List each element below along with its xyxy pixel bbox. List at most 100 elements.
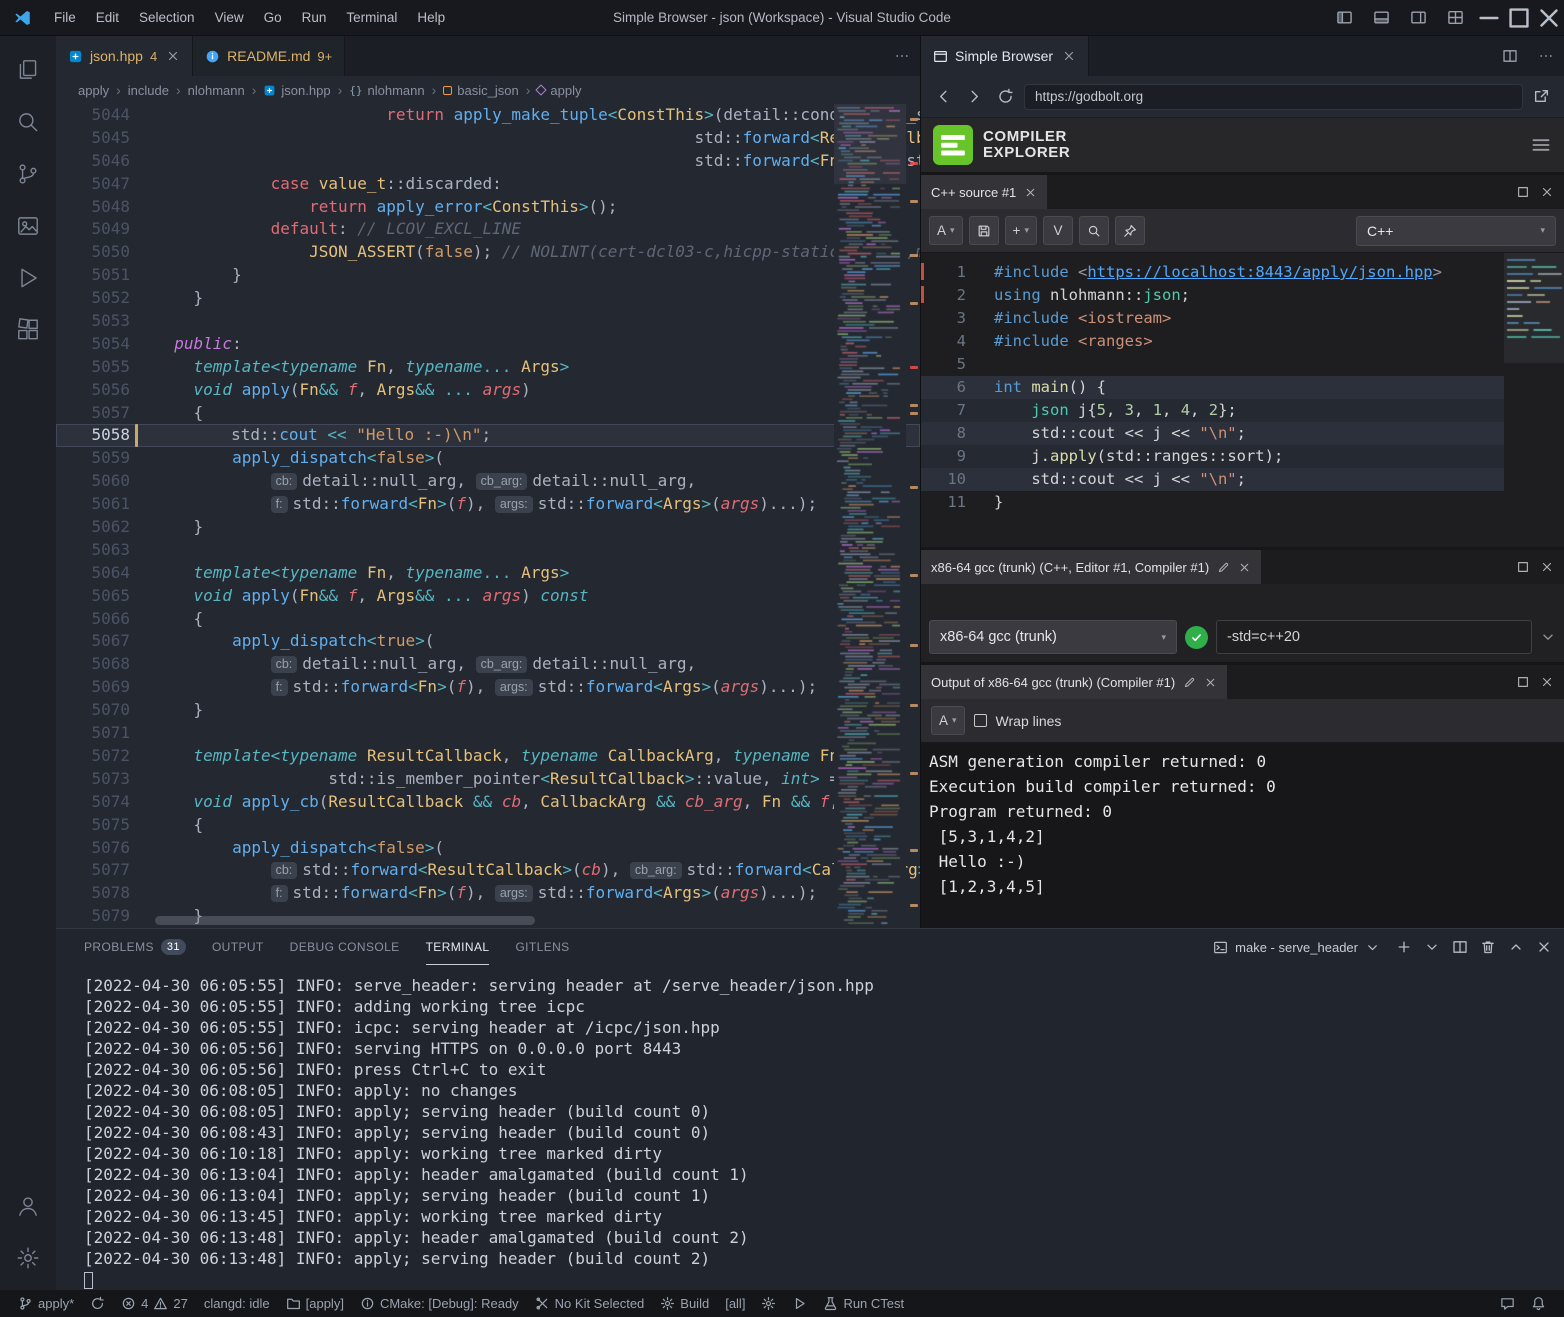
- status-cmake-project[interactable]: [apply]: [278, 1290, 352, 1317]
- editor-line[interactable]: 5057 {: [56, 402, 920, 425]
- source-line[interactable]: 6int main() {: [921, 376, 1564, 399]
- editor-line[interactable]: 5069 f:std::forward<Fn>(f), args:std::fo…: [56, 676, 920, 699]
- editor-line[interactable]: 5066 {: [56, 608, 920, 631]
- split-editor-icon[interactable]: [1502, 48, 1518, 64]
- minimap[interactable]: [834, 104, 906, 928]
- tab-readme.md[interactable]: README.md9+: [193, 36, 345, 76]
- editor-line[interactable]: 5055 template<typename Fn, typename... A…: [56, 356, 920, 379]
- editor-line[interactable]: 5070 }: [56, 699, 920, 722]
- editor-line[interactable]: 5051 }: [56, 264, 920, 287]
- search-button[interactable]: [1079, 216, 1109, 245]
- editor-line[interactable]: 5047 case value_t::discarded:: [56, 173, 920, 196]
- breadcrumb-item-nlohmann[interactable]: nlohmann: [188, 83, 245, 98]
- editor-line[interactable]: 5053: [56, 310, 920, 333]
- panel-tab-debug-console[interactable]: DEBUG CONSOLE: [290, 929, 400, 965]
- status-notifications[interactable]: [1523, 1290, 1554, 1317]
- maximize-pane-icon[interactable]: [1516, 675, 1530, 689]
- editor-line[interactable]: 5076 apply_dispatch<false>(: [56, 837, 920, 860]
- close-icon[interactable]: [166, 49, 180, 63]
- kill-terminal-icon[interactable]: [1480, 939, 1496, 955]
- panel-tab-terminal[interactable]: TERMINAL: [426, 929, 490, 965]
- split-terminal-icon[interactable]: [1452, 939, 1468, 955]
- menu-run[interactable]: Run: [292, 0, 337, 36]
- source-pane-tab[interactable]: C++ source #1: [921, 175, 1047, 209]
- pin-button[interactable]: [1115, 216, 1145, 245]
- libraries-dropdown-icon[interactable]: [1540, 629, 1556, 645]
- toggle-panel-icon[interactable]: [1373, 9, 1390, 26]
- language-select[interactable]: C++ ▾: [1356, 216, 1556, 246]
- close-icon[interactable]: [1024, 186, 1037, 199]
- editor-line[interactable]: 5045 std::forward<ResultCallback>(cb),: [56, 127, 920, 150]
- minimap[interactable]: [1504, 253, 1564, 539]
- godbolt-source-editor[interactable]: 1#include <https://localhost:8443/apply/…: [921, 253, 1564, 547]
- status-git-branch[interactable]: apply*: [10, 1290, 82, 1317]
- status-debug-target[interactable]: [753, 1290, 784, 1317]
- code-editor[interactable]: 5044 return apply_make_tuple<ConstThis>(…: [56, 104, 920, 928]
- reload-icon[interactable]: [997, 88, 1014, 105]
- status-cmake-status[interactable]: CMake: [Debug]: Ready: [352, 1290, 527, 1317]
- breadcrumb-item-include[interactable]: include: [128, 83, 169, 98]
- maximize-pane-icon[interactable]: [1516, 560, 1530, 574]
- editor-line[interactable]: 5063: [56, 539, 920, 562]
- editor-line[interactable]: 5050 JSON_ASSERT(false); // NOLINT(cert-…: [56, 241, 920, 264]
- source-line[interactable]: 1#include <https://localhost:8443/apply/…: [921, 261, 1564, 284]
- activity-search[interactable]: [4, 96, 52, 148]
- editor-line[interactable]: 5067 apply_dispatch<true>(: [56, 630, 920, 653]
- menu-icon[interactable]: [1530, 134, 1552, 156]
- close-pane-icon[interactable]: [1540, 185, 1554, 199]
- status-cmake-build[interactable]: Build: [652, 1290, 717, 1317]
- panel-tab-output[interactable]: OUTPUT: [212, 929, 264, 965]
- source-line[interactable]: 10 std::cout << j << "\n";: [921, 468, 1564, 491]
- tab-json.hpp[interactable]: json.hpp4: [56, 36, 193, 76]
- add-pane-button[interactable]: +▾: [1005, 216, 1037, 245]
- tab-simple-browser[interactable]: Simple Browser: [921, 36, 1089, 76]
- close-pane-icon[interactable]: [1540, 560, 1554, 574]
- breadcrumb-item-apply[interactable]: apply: [537, 83, 581, 98]
- editor-line[interactable]: 5073 std::is_member_pointer<ResultCallba…: [56, 768, 920, 791]
- url-input[interactable]: https://godbolt.org: [1024, 84, 1523, 110]
- activity-run-and-debug[interactable]: [4, 252, 52, 304]
- close-window-icon[interactable]: [1534, 0, 1564, 36]
- compiler-select[interactable]: x86-64 gcc (trunk) ▾: [929, 620, 1177, 654]
- terminal-dropdown-icon[interactable]: [1365, 940, 1380, 955]
- editor-line[interactable]: 5046 std::forward<Fn>(fn), std::forward<…: [56, 150, 920, 173]
- editor-line[interactable]: 5078 f:std::forward<Fn>(f), args:std::fo…: [56, 882, 920, 905]
- breadcrumb-item-json.hpp[interactable]: json.hpp: [263, 83, 330, 98]
- terminal-profiles-icon[interactable]: [1424, 939, 1440, 955]
- editor-line[interactable]: 5059 apply_dispatch<false>(: [56, 447, 920, 470]
- activity-accounts[interactable]: [4, 1180, 52, 1232]
- panel-tab-gitlens[interactable]: GITLENS: [515, 929, 569, 965]
- source-line[interactable]: 3#include <iostream>: [921, 307, 1564, 330]
- editor-line[interactable]: 5044 return apply_make_tuple<ConstThis>(…: [56, 104, 920, 127]
- compiler-pane-tab[interactable]: x86-64 gcc (trunk) (C++, Editor #1, Comp…: [921, 550, 1261, 584]
- status-run-ctest[interactable]: Run CTest: [815, 1290, 912, 1317]
- vim-mode-button[interactable]: V: [1043, 216, 1073, 245]
- source-line[interactable]: 7 json j{5, 3, 1, 4, 2};: [921, 399, 1564, 422]
- minimize-icon[interactable]: [1474, 0, 1504, 36]
- status-cmake-kit[interactable]: No Kit Selected: [527, 1290, 653, 1317]
- new-terminal-icon[interactable]: [1396, 939, 1412, 955]
- font-size-button[interactable]: A▾: [929, 216, 963, 245]
- editor-line[interactable]: 5052 }: [56, 287, 920, 310]
- breadcrumb-item-basic_json[interactable]: basic_json: [443, 83, 518, 98]
- breadcrumb-item-apply[interactable]: apply: [78, 83, 109, 98]
- editor-line[interactable]: 5061 f:std::forward<Fn>(f), args:std::fo…: [56, 493, 920, 516]
- customize-layout-icon[interactable]: [1447, 9, 1464, 26]
- horizontal-scrollbar[interactable]: [155, 916, 535, 925]
- activity-extensions[interactable]: [4, 304, 52, 356]
- maximize-panel-icon[interactable]: [1508, 939, 1524, 955]
- editor-line[interactable]: 5065 void apply(Fn&& f, Args&& ... args)…: [56, 585, 920, 608]
- menu-terminal[interactable]: Terminal: [336, 0, 407, 36]
- close-pane-icon[interactable]: [1540, 675, 1554, 689]
- more-actions-icon[interactable]: [894, 48, 910, 64]
- source-line[interactable]: 5: [921, 353, 1564, 376]
- status-clangd-status[interactable]: clangd: idle: [196, 1290, 278, 1317]
- maximize-icon[interactable]: [1504, 0, 1534, 36]
- source-line[interactable]: 9 j.apply(std::ranges::sort);: [921, 445, 1564, 468]
- status-cmake-target[interactable]: [all]: [717, 1290, 753, 1317]
- terminal-instance[interactable]: make - serve_header: [1209, 940, 1384, 955]
- terminal-output[interactable]: [2022-04-30 06:05:55] INFO: serve_header…: [56, 965, 1564, 1290]
- rename-icon[interactable]: [1217, 561, 1230, 574]
- forward-icon[interactable]: [966, 88, 983, 105]
- menu-help[interactable]: Help: [407, 0, 455, 36]
